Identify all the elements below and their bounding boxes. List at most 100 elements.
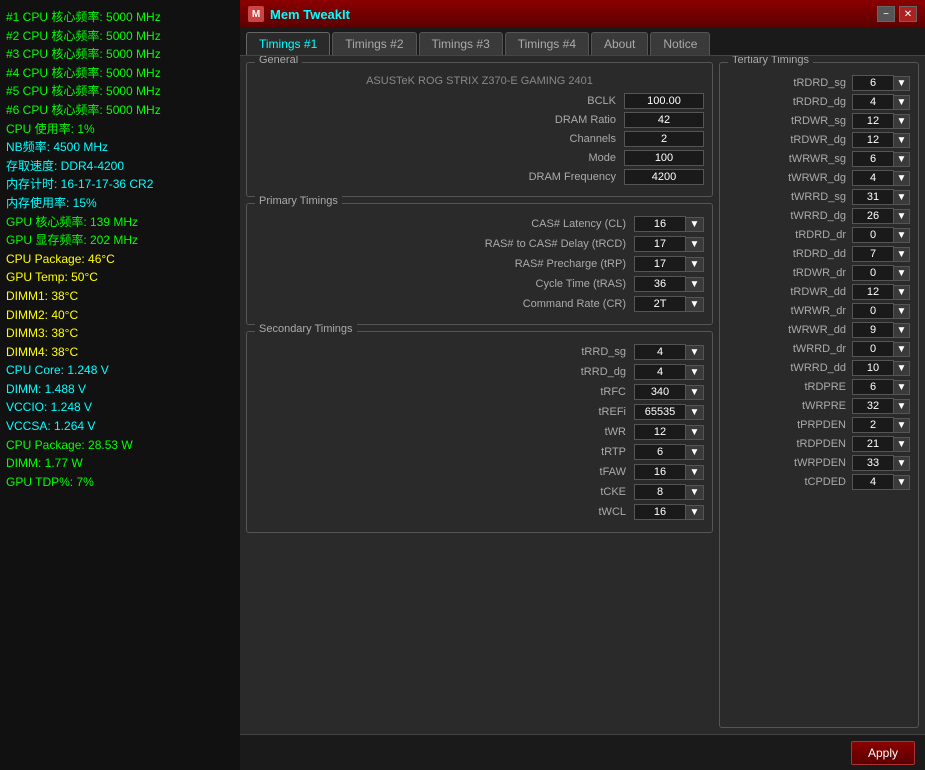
tertiary-input[interactable] (852, 189, 894, 205)
tertiary-dropdown-arrow[interactable]: ▼ (894, 361, 910, 376)
timing-input[interactable] (634, 404, 686, 420)
timing-input[interactable] (634, 344, 686, 360)
timing-input[interactable] (634, 384, 686, 400)
timing-control[interactable]: ▼ (852, 265, 910, 281)
tab-timings1[interactable]: Timings #1 (246, 32, 330, 55)
timing-control[interactable]: ▼ (634, 364, 704, 380)
timing-input[interactable] (634, 216, 686, 232)
timing-control[interactable]: ▼ (634, 484, 704, 500)
tertiary-dropdown-arrow[interactable]: ▼ (894, 266, 910, 281)
timing-input[interactable] (634, 236, 686, 252)
timing-control[interactable]: ▼ (852, 341, 910, 357)
timing-dropdown-arrow[interactable]: ▼ (686, 277, 704, 292)
tertiary-dropdown-arrow[interactable]: ▼ (894, 437, 910, 452)
timing-control[interactable]: ▼ (634, 444, 704, 460)
timing-dropdown-arrow[interactable]: ▼ (686, 485, 704, 500)
timing-dropdown-arrow[interactable]: ▼ (686, 217, 704, 232)
timing-input[interactable] (634, 364, 686, 380)
apply-button[interactable]: Apply (851, 741, 915, 765)
tertiary-dropdown-arrow[interactable]: ▼ (894, 418, 910, 433)
timing-control[interactable]: ▼ (852, 455, 910, 471)
minimize-button[interactable]: − (877, 6, 895, 22)
timing-control[interactable]: ▼ (852, 246, 910, 262)
tertiary-input[interactable] (852, 113, 894, 129)
tertiary-dropdown-arrow[interactable]: ▼ (894, 399, 910, 414)
close-button[interactable]: ✕ (899, 6, 917, 22)
timing-control[interactable]: ▼ (634, 344, 704, 360)
tertiary-input[interactable] (852, 75, 894, 91)
tab-timings4[interactable]: Timings #4 (505, 32, 589, 55)
timing-control[interactable]: ▼ (634, 256, 704, 272)
tertiary-input[interactable] (852, 265, 894, 281)
tertiary-input[interactable] (852, 398, 894, 414)
timing-control[interactable]: ▼ (852, 132, 910, 148)
timing-dropdown-arrow[interactable]: ▼ (686, 385, 704, 400)
tertiary-input[interactable] (852, 227, 894, 243)
tertiary-input[interactable] (852, 208, 894, 224)
timing-control[interactable]: ▼ (852, 474, 910, 490)
timing-dropdown-arrow[interactable]: ▼ (686, 505, 704, 520)
tertiary-input[interactable] (852, 170, 894, 186)
tertiary-input[interactable] (852, 455, 894, 471)
tertiary-input[interactable] (852, 303, 894, 319)
timing-dropdown-arrow[interactable]: ▼ (686, 365, 704, 380)
timing-control[interactable]: ▼ (852, 208, 910, 224)
timing-control[interactable]: ▼ (852, 170, 910, 186)
tab-notice[interactable]: Notice (650, 32, 710, 55)
tertiary-input[interactable] (852, 379, 894, 395)
tertiary-dropdown-arrow[interactable]: ▼ (894, 190, 910, 205)
timing-control[interactable]: ▼ (634, 216, 704, 232)
timing-control[interactable]: ▼ (852, 436, 910, 452)
tertiary-input[interactable] (852, 417, 894, 433)
tertiary-input[interactable] (852, 284, 894, 300)
timing-input[interactable] (634, 256, 686, 272)
tertiary-dropdown-arrow[interactable]: ▼ (894, 323, 910, 338)
tertiary-dropdown-arrow[interactable]: ▼ (894, 152, 910, 167)
timing-control[interactable]: ▼ (852, 360, 910, 376)
timing-control[interactable]: ▼ (852, 113, 910, 129)
timing-control[interactable]: ▼ (634, 464, 704, 480)
tertiary-dropdown-arrow[interactable]: ▼ (894, 304, 910, 319)
timing-control[interactable]: ▼ (852, 227, 910, 243)
timing-control[interactable]: ▼ (852, 189, 910, 205)
timing-dropdown-arrow[interactable]: ▼ (686, 345, 704, 360)
timing-dropdown-arrow[interactable]: ▼ (686, 425, 704, 440)
timing-control[interactable]: ▼ (852, 284, 910, 300)
tertiary-input[interactable] (852, 132, 894, 148)
tertiary-input[interactable] (852, 246, 894, 262)
timing-control[interactable]: ▼ (852, 322, 910, 338)
tertiary-input[interactable] (852, 474, 894, 490)
timing-control[interactable]: ▼ (852, 379, 910, 395)
timing-control[interactable]: ▼ (634, 424, 704, 440)
timing-dropdown-arrow[interactable]: ▼ (686, 445, 704, 460)
timing-dropdown-arrow[interactable]: ▼ (686, 237, 704, 252)
timing-input[interactable] (634, 296, 686, 312)
tertiary-dropdown-arrow[interactable]: ▼ (894, 76, 910, 91)
tertiary-dropdown-arrow[interactable]: ▼ (894, 133, 910, 148)
timing-dropdown-arrow[interactable]: ▼ (686, 405, 704, 420)
timing-control[interactable]: ▼ (852, 94, 910, 110)
tertiary-dropdown-arrow[interactable]: ▼ (894, 114, 910, 129)
tertiary-input[interactable] (852, 341, 894, 357)
tertiary-input[interactable] (852, 151, 894, 167)
timing-control[interactable]: ▼ (634, 276, 704, 292)
timing-control[interactable]: ▼ (634, 236, 704, 252)
timing-dropdown-arrow[interactable]: ▼ (686, 257, 704, 272)
tertiary-dropdown-arrow[interactable]: ▼ (894, 456, 910, 471)
tab-about[interactable]: About (591, 32, 648, 55)
tab-timings2[interactable]: Timings #2 (332, 32, 416, 55)
tertiary-dropdown-arrow[interactable]: ▼ (894, 171, 910, 186)
timing-control[interactable]: ▼ (634, 404, 704, 420)
tertiary-dropdown-arrow[interactable]: ▼ (894, 342, 910, 357)
tertiary-dropdown-arrow[interactable]: ▼ (894, 247, 910, 262)
timing-input[interactable] (634, 504, 686, 520)
tertiary-input[interactable] (852, 322, 894, 338)
tertiary-input[interactable] (852, 436, 894, 452)
timing-control[interactable]: ▼ (634, 504, 704, 520)
timing-control[interactable]: ▼ (634, 296, 704, 312)
timing-dropdown-arrow[interactable]: ▼ (686, 465, 704, 480)
tertiary-dropdown-arrow[interactable]: ▼ (894, 475, 910, 490)
tertiary-dropdown-arrow[interactable]: ▼ (894, 228, 910, 243)
timing-control[interactable]: ▼ (852, 75, 910, 91)
timing-dropdown-arrow[interactable]: ▼ (686, 297, 704, 312)
